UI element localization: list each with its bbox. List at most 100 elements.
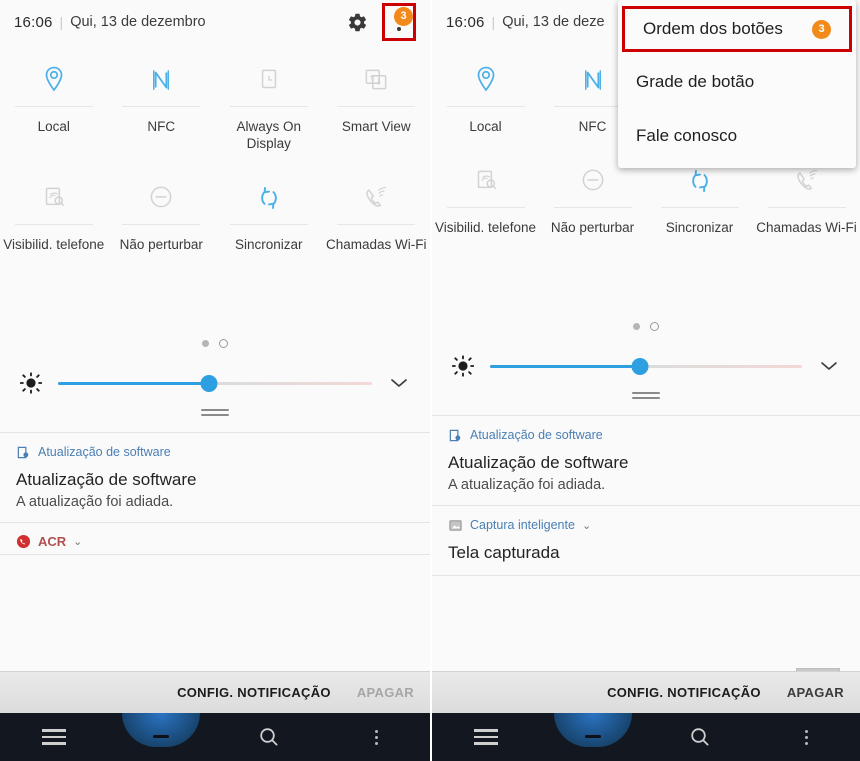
tile-divider: [446, 106, 525, 107]
navigation-bar: [0, 713, 430, 761]
always-on-display-icon: [256, 60, 282, 100]
nfc-icon: [580, 60, 606, 100]
tile-divider: [553, 207, 632, 208]
clear-all-button[interactable]: APAGAR: [357, 685, 414, 700]
page-indicator[interactable]: [0, 339, 430, 348]
notification-app-name: Atualização de software: [470, 428, 603, 442]
recents-button[interactable]: [0, 729, 108, 745]
clear-all-button[interactable]: APAGAR: [787, 685, 844, 700]
page-dot-1[interactable]: [633, 323, 640, 330]
menu-item-label: Fale conosco: [636, 126, 738, 145]
notification-item[interactable]: Atualização de software Atualização de s…: [0, 433, 430, 523]
page-dot-2[interactable]: [650, 322, 659, 331]
qs-label: Visibilid. telefone: [3, 237, 105, 252]
status-separator: |: [59, 14, 64, 30]
notification-title: Atualização de software: [16, 470, 197, 489]
notification-header: Atualização de software: [16, 443, 414, 461]
qs-label: Sincronizar: [234, 237, 303, 252]
search-button[interactable]: [215, 725, 323, 749]
page-indicator[interactable]: [432, 322, 860, 331]
qs-tile-wifi-calling[interactable]: Chamadas Wi-Fi: [323, 168, 431, 253]
more-vertical-icon: [374, 729, 378, 745]
notification-title: Atualização de software: [448, 453, 629, 472]
more-button[interactable]: [753, 729, 860, 745]
more-vertical-icon: [805, 729, 808, 745]
qs-tile-nfc[interactable]: NFC: [108, 50, 216, 152]
chevron-down-icon[interactable]: [384, 376, 414, 390]
search-button[interactable]: [646, 725, 753, 749]
notification-list: Atualização de software Atualização de s…: [432, 415, 860, 576]
panel-drag-handle[interactable]: [432, 392, 860, 399]
tile-divider: [229, 106, 308, 107]
overflow-menu-button[interactable]: 3: [382, 3, 416, 41]
expand-chevron-icon[interactable]: ⌄: [73, 535, 82, 548]
status-date: Qui, 13 de deze: [502, 14, 605, 30]
menu-item-contact-us[interactable]: Fale conosco: [618, 112, 856, 160]
location-pin-icon: [473, 60, 499, 100]
menu-item-label: Ordem dos botões: [643, 19, 783, 38]
qs-label: Chamadas Wi-Fi: [325, 237, 427, 252]
notification-app-name: ACR: [38, 533, 67, 549]
menu-item-badge: 3: [812, 19, 831, 39]
notification-item[interactable]: Captura inteligente ⌄ Tela capturada: [432, 506, 860, 576]
gear-icon[interactable]: [342, 7, 372, 37]
left-screen: 16:06 | Qui, 13 de dezembro 3 Local NFC …: [0, 0, 430, 761]
notification-header: ACR ⌄: [16, 532, 414, 550]
notification-settings-button[interactable]: CONFIG. NOTIFICAÇÃO: [177, 685, 331, 700]
do-not-disturb-icon: [579, 161, 607, 201]
brightness-row: [0, 366, 430, 400]
brightness-slider[interactable]: [58, 374, 372, 392]
recents-button[interactable]: [432, 729, 539, 745]
home-button[interactable]: [539, 713, 646, 747]
slider-thumb[interactable]: [200, 374, 218, 392]
qs-tile-local[interactable]: Local: [0, 50, 108, 152]
panel-drag-handle[interactable]: [0, 409, 430, 416]
wifi-calling-icon: [361, 178, 391, 218]
menu-item-button-grid[interactable]: Grade de botão: [618, 58, 856, 106]
tile-divider: [122, 224, 201, 225]
brightness-row: [432, 349, 860, 383]
expand-chevron-icon[interactable]: ⌄: [582, 519, 591, 532]
menu-item-button-order[interactable]: Ordem dos botões 3: [622, 6, 852, 52]
notification-action-bar: CONFIG. NOTIFICAÇÃO APAGAR: [432, 671, 860, 713]
qs-tile-phone-visibility[interactable]: Visibilid. telefone: [0, 168, 108, 253]
status-time: 16:06: [14, 13, 53, 31]
tile-divider: [446, 207, 525, 208]
notification-title: Tela capturada: [448, 543, 560, 562]
qs-label: Local: [469, 119, 502, 134]
qs-tile-always-on-display[interactable]: Always On Display: [215, 50, 323, 152]
tile-divider: [337, 106, 416, 107]
status-date: Qui, 13 de dezembro: [70, 14, 206, 30]
home-button-icon: [553, 713, 632, 747]
nfc-icon: [148, 60, 174, 100]
qs-tile-do-not-disturb[interactable]: Não perturbar: [108, 168, 216, 253]
tile-divider: [337, 224, 416, 225]
smart-capture-icon: [448, 518, 463, 533]
qs-tile-sync[interactable]: Sincronizar: [215, 168, 323, 253]
notification-settings-button[interactable]: CONFIG. NOTIFICAÇÃO: [607, 685, 761, 700]
notification-item[interactable]: Atualização de software Atualização de s…: [432, 416, 860, 506]
quick-settings-row: Local NFC: [0, 50, 430, 152]
status-separator: |: [491, 14, 496, 30]
home-button[interactable]: [108, 713, 216, 747]
chevron-down-icon[interactable]: [814, 359, 844, 373]
do-not-disturb-icon: [147, 178, 175, 218]
qs-label: Chamadas Wi-Fi: [756, 220, 857, 235]
qs-label: Local: [37, 119, 70, 134]
tile-divider: [122, 106, 201, 107]
more-button[interactable]: [323, 729, 431, 745]
qs-label: Não perturbar: [550, 220, 635, 235]
qs-tile-phone-visibility[interactable]: Visibilid. telefone: [432, 151, 539, 236]
qs-tile-smart-view[interactable]: Smart View: [323, 50, 431, 152]
notification-item[interactable]: ACR ⌄: [0, 523, 430, 555]
page-dot-2[interactable]: [219, 339, 228, 348]
qs-tile-local[interactable]: Local: [432, 50, 539, 135]
notification-header: Atualização de software: [448, 426, 844, 444]
search-icon: [688, 725, 712, 749]
brightness-icon: [448, 355, 478, 377]
qs-label: NFC: [147, 119, 176, 134]
brightness-slider[interactable]: [490, 357, 802, 375]
slider-thumb[interactable]: [631, 357, 649, 375]
page-dot-1[interactable]: [202, 340, 209, 347]
tile-divider: [767, 207, 846, 208]
